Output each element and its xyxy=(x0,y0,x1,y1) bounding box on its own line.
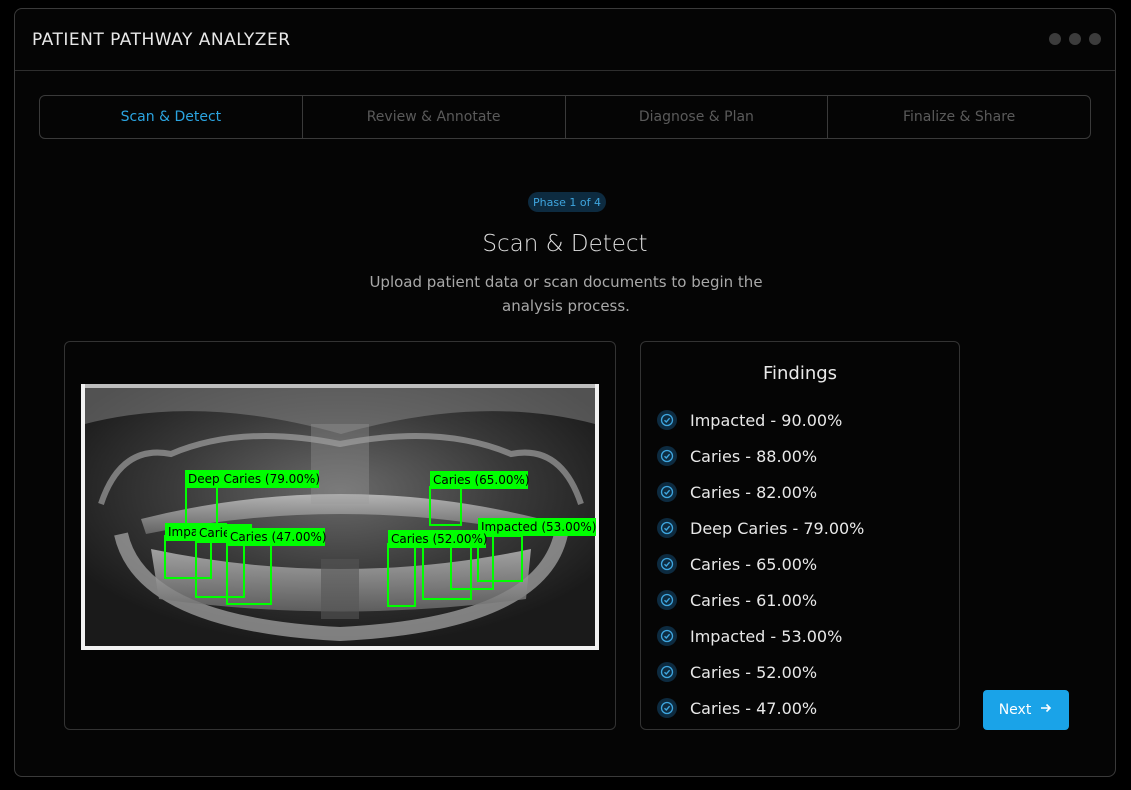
finding-item: Impacted - 90.00% xyxy=(657,402,864,438)
finding-label: Caries - 52.00% xyxy=(690,662,818,682)
check-circle-icon xyxy=(657,662,677,682)
finding-item: Deep Caries - 79.00% xyxy=(657,510,864,546)
detection-label-impacted-53: Impacted (53.00%) xyxy=(481,520,596,534)
page-title: Scan & Detect xyxy=(482,231,648,257)
finding-label: Caries - 47.00% xyxy=(690,698,818,718)
check-circle-icon xyxy=(657,482,677,502)
xray-spine-shadow xyxy=(321,559,359,619)
tab-review-annotate[interactable]: Review & Annotate xyxy=(303,96,566,138)
app-window: PATIENT PATHWAY ANALYZER Scan & Detect R… xyxy=(14,8,1116,777)
next-button[interactable]: Next xyxy=(983,690,1069,730)
finding-item: Caries - 47.00% xyxy=(657,690,864,726)
next-button-label: Next xyxy=(998,702,1032,718)
check-circle-icon xyxy=(657,554,677,574)
phase-tabs: Scan & Detect Review & Annotate Diagnose… xyxy=(39,95,1091,139)
dental-xray-image[interactable]: Deep Caries (79.00%) Caries (65.00%) Imp… xyxy=(81,384,599,650)
finding-item: Impacted - 53.00% xyxy=(657,618,864,654)
finding-item: Caries - 52.00% xyxy=(657,654,864,690)
scan-image-panel: Deep Caries (79.00%) Caries (65.00%) Imp… xyxy=(64,341,616,730)
tab-diagnose-plan[interactable]: Diagnose & Plan xyxy=(566,96,829,138)
phase-badge: Phase 1 of 4 xyxy=(528,192,606,212)
findings-title: Findings xyxy=(762,363,838,384)
tab-scan-detect[interactable]: Scan & Detect xyxy=(40,96,303,138)
check-circle-icon xyxy=(657,626,677,646)
finding-item: Caries - 61.00% xyxy=(657,582,864,618)
title-bar: PATIENT PATHWAY ANALYZER xyxy=(15,9,1115,71)
finding-item: Caries - 88.00% xyxy=(657,438,864,474)
detection-label-deep-caries: Deep Caries (79.00%) xyxy=(188,472,320,486)
findings-panel: Findings Impacted - 90.00% Caries - 88.0… xyxy=(640,341,960,730)
page-subtitle: Upload patient data or scan documents to… xyxy=(369,273,763,315)
app-title: PATIENT PATHWAY ANALYZER xyxy=(32,30,291,50)
window-dot-icon[interactable] xyxy=(1049,33,1061,45)
check-circle-icon xyxy=(657,698,677,718)
check-circle-icon xyxy=(657,518,677,538)
window-controls xyxy=(1049,33,1101,45)
finding-label: Caries - 82.00% xyxy=(690,482,818,502)
check-circle-icon xyxy=(657,590,677,610)
finding-label: Caries - 61.00% xyxy=(690,590,818,610)
window-dot-icon[interactable] xyxy=(1069,33,1081,45)
finding-item: Caries - 82.00% xyxy=(657,474,864,510)
detection-label-caries-65: Caries (65.00%) xyxy=(433,473,530,487)
tab-finalize-share[interactable]: Finalize & Share xyxy=(828,96,1090,138)
finding-label: Impacted - 90.00% xyxy=(690,410,843,430)
detection-label-caries-47: Caries (47.00%) xyxy=(230,530,327,544)
xray-nasal-area xyxy=(311,424,369,504)
check-circle-icon xyxy=(657,410,677,430)
finding-label: Impacted - 53.00% xyxy=(690,626,843,646)
finding-label: Caries - 88.00% xyxy=(690,446,818,466)
findings-list: Impacted - 90.00% Caries - 88.00% Caries… xyxy=(657,402,864,726)
detection-label-caries-52: Caries (52.00%) xyxy=(391,532,488,546)
finding-label: Deep Caries - 79.00% xyxy=(690,518,865,538)
finding-label: Caries - 65.00% xyxy=(690,554,818,574)
check-circle-icon xyxy=(657,446,677,466)
arrow-right-icon xyxy=(1039,701,1053,719)
window-dot-icon[interactable] xyxy=(1089,33,1101,45)
finding-item: Caries - 65.00% xyxy=(657,546,864,582)
